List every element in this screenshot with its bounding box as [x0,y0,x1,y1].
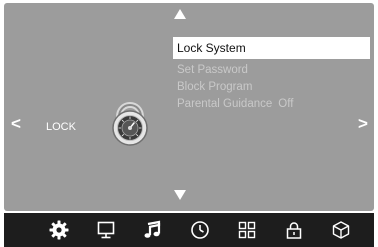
bottom-tab-bar [4,213,374,247]
cube-icon [332,221,350,239]
tab-setup[interactable] [49,220,69,240]
music-note-icon [144,220,161,238]
combination-padlock-icon [112,102,148,146]
section-label: LOCK [46,121,76,133]
menu-item-label: Block Program [177,81,253,93]
grid-icon [238,221,256,239]
parental-guidance-value: Off [278,98,294,110]
lock-settings-menu: Lock System Set Password Block Program P… [173,37,370,113]
up-arrow-icon[interactable] [174,9,186,19]
menu-item-label: Parental Guidance [177,98,273,110]
tab-time[interactable] [190,220,210,240]
tab-picture[interactable] [96,220,116,240]
menu-item-lock-system[interactable]: Lock System [173,37,370,59]
menu-item-label: Lock System [177,41,246,55]
tab-apps[interactable] [237,220,257,240]
menu-item-parental-guidance[interactable]: Parental Guidance Off [173,96,370,113]
menu-item-label: Set Password [177,64,248,76]
tab-3d[interactable] [331,220,351,240]
lock-icon [286,222,302,239]
gear-icon [49,220,69,240]
right-arrow-icon[interactable]: > [358,115,368,132]
menu-item-set-password[interactable]: Set Password [173,62,370,79]
clock-icon [191,221,209,239]
tab-sound[interactable] [142,220,162,240]
left-arrow-icon[interactable]: < [11,115,21,132]
menu-item-block-program[interactable]: Block Program [173,79,370,96]
settings-screen: < > LOCK Lock System Set Password Block … [4,3,374,211]
monitor-icon [97,221,115,239]
tab-lock[interactable] [284,220,304,240]
down-arrow-icon[interactable] [174,190,186,200]
